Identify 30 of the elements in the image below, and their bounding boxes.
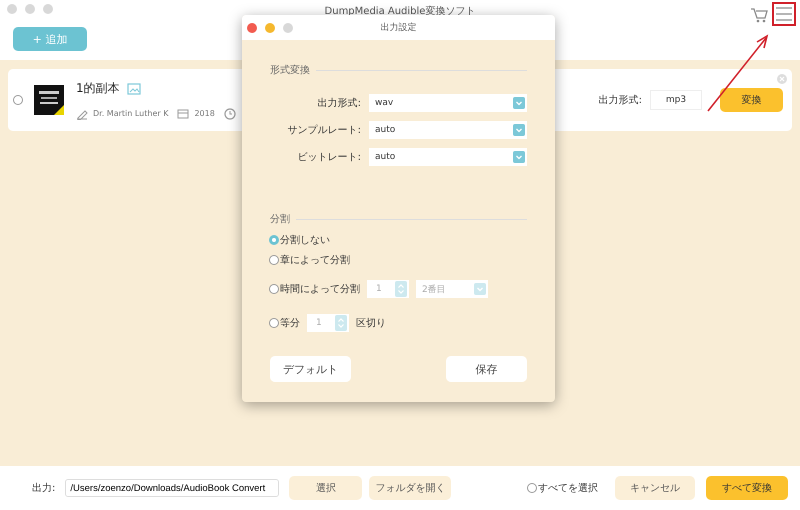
output-label: 出力:: [32, 482, 56, 495]
output-path-field[interactable]: /Users/zoenzo/Downloads/AudioBook Convert: [65, 479, 280, 497]
author-text: Dr. Martin Luther K: [93, 109, 168, 118]
dropdown[interactable]: auto: [369, 121, 527, 139]
convert-all-button[interactable]: すべて変換: [706, 476, 788, 500]
format-field[interactable]: mp3: [650, 90, 702, 110]
option-label: 分割しない: [280, 234, 330, 247]
option-label: 時間によって分割: [280, 282, 360, 296]
window-title: DumpMedia Audible変換ソフト: [324, 4, 476, 18]
convert-button[interactable]: 変換: [720, 88, 783, 112]
field-label: 出力形式:: [318, 96, 361, 110]
save-button[interactable]: 保存: [446, 356, 527, 382]
dropdown[interactable]: wav: [369, 94, 527, 112]
file-title: 1的副本: [76, 80, 120, 97]
open-folder-button[interactable]: フォルダを開く: [369, 476, 452, 500]
section-heading: 形式変換: [270, 64, 310, 77]
section-heading: 分割: [270, 212, 290, 226]
dropdown[interactable]: auto: [369, 148, 527, 166]
field-label: サンプルレート:: [288, 124, 361, 137]
unit-label: 区切り: [356, 316, 386, 330]
dialog-title: 出力設定: [380, 22, 416, 34]
default-button[interactable]: デフォルト: [270, 356, 351, 382]
select-button[interactable]: 選択: [289, 476, 362, 500]
option-label: 章によって分割: [280, 254, 350, 267]
option-label: 等分: [280, 317, 300, 330]
cancel-button[interactable]: キャンセル: [615, 476, 695, 500]
year-text: 2018: [194, 109, 215, 118]
format-label: 出力形式:: [598, 94, 642, 107]
select-all-label: すべてを選択: [538, 482, 598, 495]
field-label: ビットレート:: [298, 151, 361, 164]
